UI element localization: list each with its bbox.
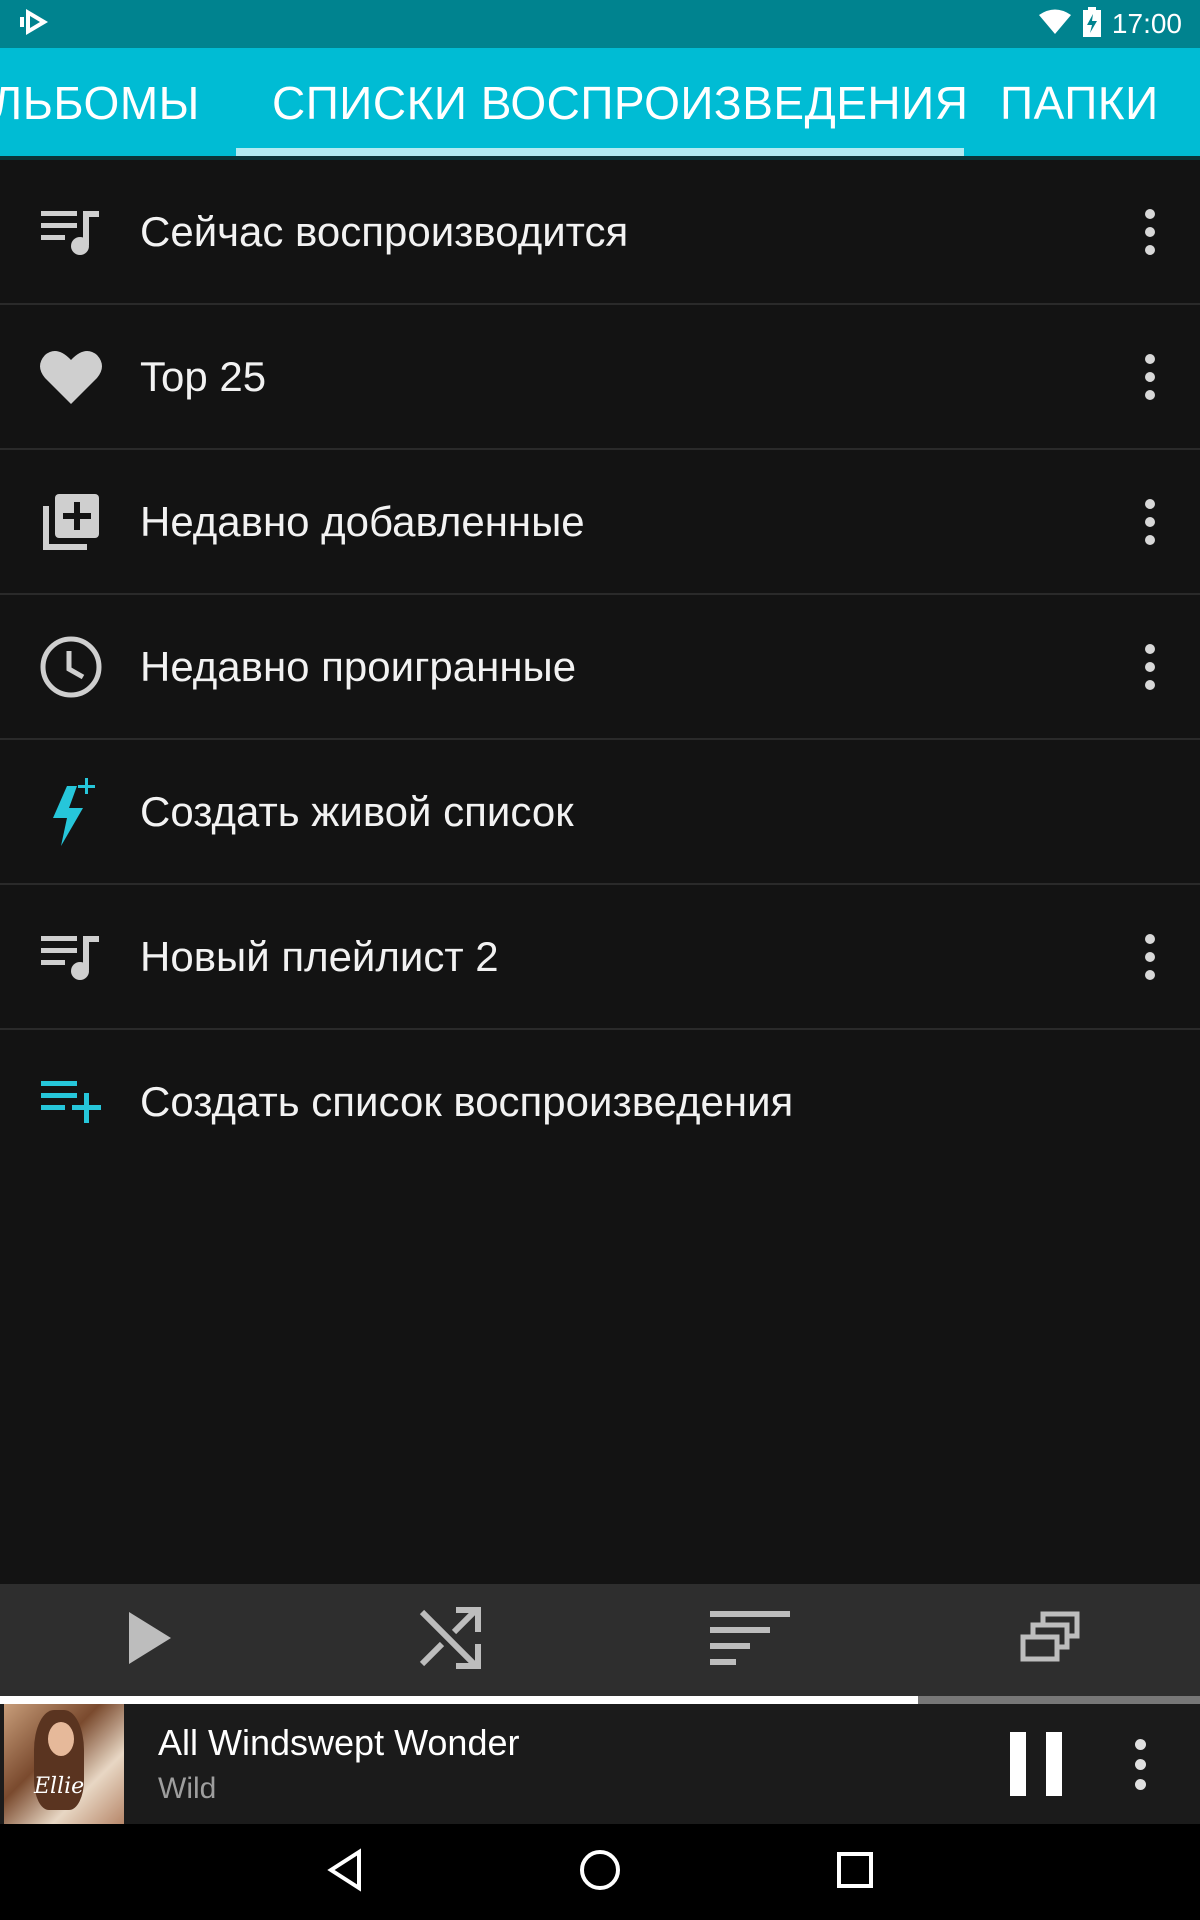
queue-music-icon — [36, 197, 106, 267]
playlist-label: Top 25 — [140, 352, 267, 400]
recents-button[interactable] — [795, 1824, 915, 1920]
playlist-label: Недавно проигранные — [140, 642, 577, 690]
tab-bar: ЛЬБОМЫ СПИСКИ ВОСПРОИЗВЕДЕНИЯ ПАПКИ — [0, 48, 1200, 158]
app-notification-icon — [18, 7, 52, 42]
playlist-label: Создать список воспроизведения — [140, 1077, 794, 1125]
track-title: All Windswept Wonder — [158, 1722, 520, 1763]
list-item[interactable]: Новый плейлист 2 — [0, 885, 1200, 1030]
list-item[interactable]: Сейчас воспроизводится — [0, 160, 1200, 305]
tab-playlists[interactable]: СПИСКИ ВОСПРОИЗВЕДЕНИЯ — [272, 48, 968, 158]
battery-charging-icon — [1082, 6, 1102, 42]
status-time: 17:00 — [1111, 8, 1182, 39]
heart-icon — [36, 342, 106, 412]
pause-button[interactable] — [1006, 1732, 1066, 1796]
mini-player[interactable]: Ellie All Windswept Wonder Wild — [0, 1704, 1200, 1824]
sort-icon — [708, 1609, 792, 1672]
library-add-icon — [36, 487, 106, 557]
tab-selected-indicator — [236, 148, 964, 156]
overflow-menu-icon[interactable] — [1130, 487, 1170, 557]
playlist-list: Сейчас воспроизводится Top 25 Недавно до… — [0, 160, 1200, 1173]
overflow-menu-icon[interactable] — [1130, 342, 1170, 412]
progress-fill — [0, 1696, 918, 1704]
list-item[interactable]: Недавно добавленные — [0, 450, 1200, 595]
action-bar — [0, 1584, 1200, 1696]
album-art[interactable]: Ellie — [4, 1704, 124, 1824]
tab-albums[interactable]: ЛЬБОМЫ — [0, 48, 200, 158]
lightning-plus-icon — [36, 777, 106, 847]
overflow-menu-icon[interactable] — [1130, 632, 1170, 702]
play-button[interactable] — [0, 1584, 300, 1696]
play-icon — [125, 1610, 175, 1671]
tab-folders[interactable]: ПАПКИ — [1000, 48, 1159, 158]
playlist-label: Создать живой список — [140, 787, 574, 835]
list-item[interactable]: Top 25 — [0, 305, 1200, 450]
list-item[interactable]: Создать живой список — [0, 740, 1200, 885]
home-button[interactable] — [540, 1824, 660, 1920]
playlist-add-icon — [36, 1067, 106, 1137]
wifi-icon — [1038, 8, 1072, 41]
shuffle-button[interactable] — [300, 1584, 600, 1696]
select-multiple-icon — [1019, 1610, 1081, 1671]
queue-music-icon — [36, 922, 106, 992]
sort-button[interactable] — [600, 1584, 900, 1696]
track-artist: Wild — [158, 1772, 217, 1805]
overflow-menu-icon[interactable] — [1120, 1729, 1160, 1799]
list-item[interactable]: Недавно проигранные — [0, 595, 1200, 740]
home-icon — [578, 1848, 622, 1897]
recents-icon — [835, 1850, 875, 1895]
playlist-label: Сейчас воспроизводится — [140, 207, 629, 255]
navigation-bar — [0, 1824, 1200, 1920]
overflow-menu-icon[interactable] — [1130, 197, 1170, 267]
shuffle-icon — [418, 1606, 482, 1675]
back-button[interactable] — [285, 1824, 405, 1920]
overflow-menu-icon[interactable] — [1130, 922, 1170, 992]
list-item[interactable]: Создать список воспроизведения — [0, 1030, 1200, 1173]
playback-progress[interactable] — [0, 1696, 1200, 1704]
status-bar: 17:00 — [0, 0, 1200, 48]
playlist-label: Недавно добавленные — [140, 497, 585, 545]
playlist-label: Новый плейлист 2 — [140, 932, 499, 980]
clock-icon — [36, 632, 106, 702]
select-multiple-button[interactable] — [900, 1584, 1200, 1696]
back-icon — [325, 1847, 365, 1897]
